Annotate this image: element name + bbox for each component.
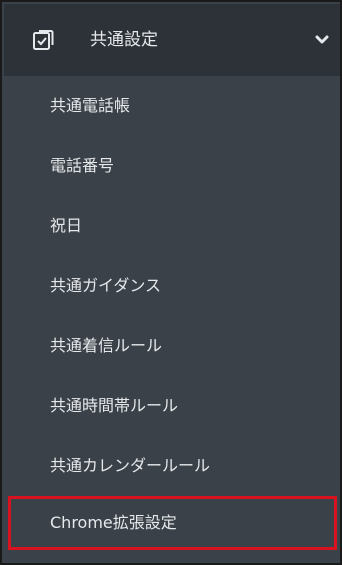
menu-item-common-time-rules[interactable]: 共通時間帯ルール bbox=[4, 376, 340, 436]
menu-item-chrome-extension-settings[interactable]: Chrome拡張設定 bbox=[4, 496, 340, 550]
menu-item-common-guidance[interactable]: 共通ガイダンス bbox=[4, 256, 340, 316]
menu-item-common-incoming-rules[interactable]: 共通着信ルール bbox=[4, 316, 340, 376]
chevron-down-icon[interactable] bbox=[315, 35, 329, 45]
section-title: 共通設定 bbox=[90, 30, 158, 50]
menu-item-holidays[interactable]: 祝日 bbox=[4, 196, 340, 256]
menu-item-common-calendar-rules[interactable]: 共通カレンダールール bbox=[4, 436, 340, 496]
menu-item-label: 共通カレンダールール bbox=[50, 456, 211, 475]
settings-sidebar-panel: 共通設定 共通電話帳 電話番号 祝日 共通ガイダンス 共通着信ルール 共通時間帯… bbox=[0, 0, 342, 565]
menu-item-common-phonebook[interactable]: 共通電話帳 bbox=[4, 76, 340, 136]
menu-item-label: 共通着信ルール bbox=[50, 336, 163, 355]
common-settings-menu: 共通電話帳 電話番号 祝日 共通ガイダンス 共通着信ルール 共通時間帯ルール 共… bbox=[4, 76, 340, 550]
menu-item-phone-numbers[interactable]: 電話番号 bbox=[4, 136, 340, 196]
menu-item-label: 共通ガイダンス bbox=[50, 276, 162, 295]
menu-item-label: 祝日 bbox=[50, 216, 83, 235]
checkbox-icon bbox=[33, 30, 54, 50]
menu-item-label: 共通時間帯ルール bbox=[50, 396, 179, 415]
menu-item-label: 電話番号 bbox=[50, 156, 115, 175]
common-settings-section-header[interactable]: 共通設定 bbox=[4, 4, 340, 76]
menu-item-label: Chrome拡張設定 bbox=[50, 513, 177, 532]
menu-item-label: 共通電話帳 bbox=[50, 96, 131, 115]
